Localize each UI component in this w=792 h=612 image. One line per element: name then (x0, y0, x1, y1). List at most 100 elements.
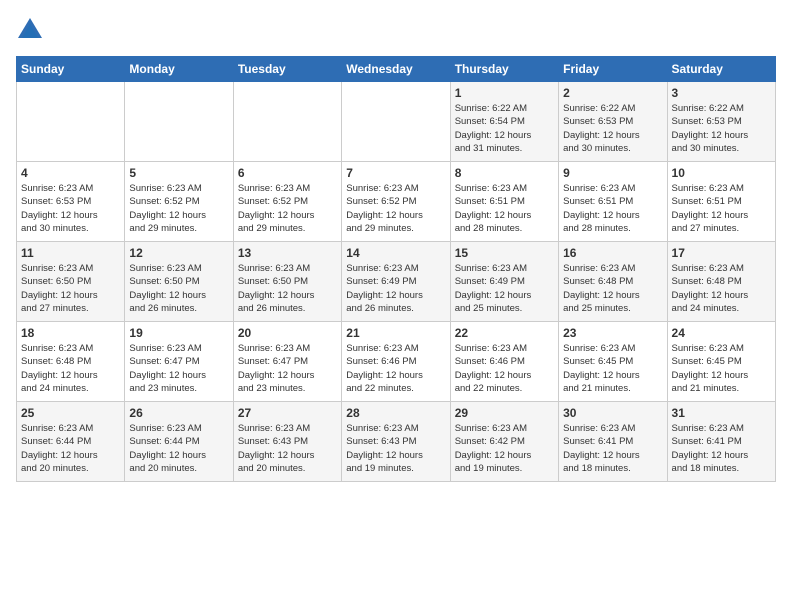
day-info: Sunrise: 6:23 AMSunset: 6:52 PMDaylight:… (346, 182, 445, 235)
day-number: 8 (455, 166, 554, 180)
day-info: Sunrise: 6:22 AMSunset: 6:54 PMDaylight:… (455, 102, 554, 155)
day-number: 11 (21, 246, 120, 260)
day-info: Sunrise: 6:23 AMSunset: 6:48 PMDaylight:… (21, 342, 120, 395)
calendar-cell-w5-d5: 29 Sunrise: 6:23 AMSunset: 6:42 PMDayligh… (450, 402, 558, 482)
day-info: Sunrise: 6:23 AMSunset: 6:44 PMDaylight:… (21, 422, 120, 475)
day-info: Sunrise: 6:23 AMSunset: 6:52 PMDaylight:… (129, 182, 228, 235)
day-info: Sunrise: 6:23 AMSunset: 6:51 PMDaylight:… (672, 182, 771, 235)
day-info: Sunrise: 6:23 AMSunset: 6:47 PMDaylight:… (129, 342, 228, 395)
calendar-cell-w4-d3: 20 Sunrise: 6:23 AMSunset: 6:47 PMDayligh… (233, 322, 341, 402)
calendar-cell-w1-d7: 3Sunrise: 6:22 AMSunset: 6:53 PMDaylight… (667, 82, 775, 162)
calendar-cell-w3-d1: 11 Sunrise: 6:23 AMSunset: 6:50 PMDayligh… (17, 242, 125, 322)
calendar-cell-w5-d3: 27Sunrise: 6:23 AMSunset: 6:43 PMDayligh… (233, 402, 341, 482)
calendar-table: SundayMondayTuesdayWednesdayThursdayFrid… (16, 56, 776, 482)
calendar-cell-w3-d6: 16Sunrise: 6:23 AMSunset: 6:48 PMDayligh… (559, 242, 667, 322)
header-friday: Friday (559, 57, 667, 82)
day-info: Sunrise: 6:23 AMSunset: 6:43 PMDaylight:… (238, 422, 337, 475)
header-saturday: Saturday (667, 57, 775, 82)
calendar-cell-w3-d2: 12 Sunrise: 6:23 AMSunset: 6:50 PMDayligh… (125, 242, 233, 322)
day-number: 24 (672, 326, 771, 340)
day-number: 21 (346, 326, 445, 340)
day-number: 5 (129, 166, 228, 180)
day-number: 16 (563, 246, 662, 260)
day-number: 23 (563, 326, 662, 340)
calendar-cell-w1-d1 (17, 82, 125, 162)
day-number: 14 (346, 246, 445, 260)
day-number: 20 (238, 326, 337, 340)
calendar-cell-w5-d2: 26 Sunrise: 6:23 AMSunset: 6:44 PMDayligh… (125, 402, 233, 482)
day-info: Sunrise: 6:23 AMSunset: 6:53 PMDaylight:… (21, 182, 120, 235)
day-info: Sunrise: 6:22 AMSunset: 6:53 PMDaylight:… (563, 102, 662, 155)
calendar-header: SundayMondayTuesdayWednesdayThursdayFrid… (17, 57, 776, 82)
day-number: 28 (346, 406, 445, 420)
calendar-cell-w4-d2: 19 Sunrise: 6:23 AMSunset: 6:47 PMDayligh… (125, 322, 233, 402)
calendar-cell-w3-d5: 15 Sunrise: 6:23 AMSunset: 6:49 PMDayligh… (450, 242, 558, 322)
day-number: 2 (563, 86, 662, 100)
day-number: 19 (129, 326, 228, 340)
day-info: Sunrise: 6:23 AMSunset: 6:47 PMDaylight:… (238, 342, 337, 395)
day-info: Sunrise: 6:23 AMSunset: 6:49 PMDaylight:… (346, 262, 445, 315)
day-info: Sunrise: 6:23 AMSunset: 6:44 PMDaylight:… (129, 422, 228, 475)
calendar-cell-w2-d5: 8 Sunrise: 6:23 AMSunset: 6:51 PMDaylight… (450, 162, 558, 242)
day-number: 7 (346, 166, 445, 180)
calendar-body: 1 Sunrise: 6:22 AMSunset: 6:54 PMDaylight… (17, 82, 776, 482)
day-number: 4 (21, 166, 120, 180)
calendar-cell-w1-d2 (125, 82, 233, 162)
calendar-cell-w3-d7: 17Sunrise: 6:23 AMSunset: 6:48 PMDayligh… (667, 242, 775, 322)
week-row-2: 4 Sunrise: 6:23 AMSunset: 6:53 PMDaylight… (17, 162, 776, 242)
day-number: 12 (129, 246, 228, 260)
calendar-cell-w2-d7: 10 Sunrise: 6:23 AMSunset: 6:51 PMDayligh… (667, 162, 775, 242)
day-number: 3 (672, 86, 771, 100)
day-info: Sunrise: 6:23 AMSunset: 6:51 PMDaylight:… (563, 182, 662, 235)
calendar-cell-w2-d2: 5 Sunrise: 6:23 AMSunset: 6:52 PMDaylight… (125, 162, 233, 242)
day-number: 10 (672, 166, 771, 180)
calendar-cell-w1-d5: 1 Sunrise: 6:22 AMSunset: 6:54 PMDaylight… (450, 82, 558, 162)
calendar-cell-w4-d4: 21Sunrise: 6:23 AMSunset: 6:46 PMDayligh… (342, 322, 450, 402)
day-number: 22 (455, 326, 554, 340)
day-info: Sunrise: 6:23 AMSunset: 6:42 PMDaylight:… (455, 422, 554, 475)
week-row-4: 18 Sunrise: 6:23 AMSunset: 6:48 PMDayligh… (17, 322, 776, 402)
day-info: Sunrise: 6:23 AMSunset: 6:45 PMDaylight:… (672, 342, 771, 395)
day-info: Sunrise: 6:23 AMSunset: 6:48 PMDaylight:… (672, 262, 771, 315)
day-info: Sunrise: 6:23 AMSunset: 6:49 PMDaylight:… (455, 262, 554, 315)
calendar-cell-w4-d6: 23 Sunrise: 6:23 AMSunset: 6:45 PMDayligh… (559, 322, 667, 402)
day-number: 26 (129, 406, 228, 420)
day-info: Sunrise: 6:23 AMSunset: 6:52 PMDaylight:… (238, 182, 337, 235)
day-number: 30 (563, 406, 662, 420)
day-number: 15 (455, 246, 554, 260)
calendar-cell-w5-d4: 28 Sunrise: 6:23 AMSunset: 6:43 PMDayligh… (342, 402, 450, 482)
day-info: Sunrise: 6:23 AMSunset: 6:46 PMDaylight:… (455, 342, 554, 395)
calendar-cell-w1-d6: 2 Sunrise: 6:22 AMSunset: 6:53 PMDaylight… (559, 82, 667, 162)
calendar-cell-w2-d6: 9 Sunrise: 6:23 AMSunset: 6:51 PMDaylight… (559, 162, 667, 242)
calendar-cell-w4-d7: 24 Sunrise: 6:23 AMSunset: 6:45 PMDayligh… (667, 322, 775, 402)
calendar-cell-w4-d5: 22 Sunrise: 6:23 AMSunset: 6:46 PMDayligh… (450, 322, 558, 402)
header-sunday: Sunday (17, 57, 125, 82)
day-number: 9 (563, 166, 662, 180)
header-thursday: Thursday (450, 57, 558, 82)
day-number: 13 (238, 246, 337, 260)
day-number: 1 (455, 86, 554, 100)
logo (16, 16, 46, 44)
day-info: Sunrise: 6:23 AMSunset: 6:43 PMDaylight:… (346, 422, 445, 475)
calendar-cell-w5-d6: 30Sunrise: 6:23 AMSunset: 6:41 PMDayligh… (559, 402, 667, 482)
calendar-cell-w3-d4: 14 Sunrise: 6:23 AMSunset: 6:49 PMDayligh… (342, 242, 450, 322)
day-info: Sunrise: 6:23 AMSunset: 6:51 PMDaylight:… (455, 182, 554, 235)
day-info: Sunrise: 6:23 AMSunset: 6:50 PMDaylight:… (21, 262, 120, 315)
day-number: 29 (455, 406, 554, 420)
day-number: 31 (672, 406, 771, 420)
day-number: 18 (21, 326, 120, 340)
day-info: Sunrise: 6:23 AMSunset: 6:50 PMDaylight:… (238, 262, 337, 315)
day-info: Sunrise: 6:23 AMSunset: 6:45 PMDaylight:… (563, 342, 662, 395)
day-number: 25 (21, 406, 120, 420)
day-number: 6 (238, 166, 337, 180)
calendar-cell-w2-d1: 4 Sunrise: 6:23 AMSunset: 6:53 PMDaylight… (17, 162, 125, 242)
day-info: Sunrise: 6:23 AMSunset: 6:41 PMDaylight:… (672, 422, 771, 475)
week-row-5: 25 Sunrise: 6:23 AMSunset: 6:44 PMDayligh… (17, 402, 776, 482)
calendar-cell-w2-d4: 7 Sunrise: 6:23 AMSunset: 6:52 PMDaylight… (342, 162, 450, 242)
week-row-3: 11 Sunrise: 6:23 AMSunset: 6:50 PMDayligh… (17, 242, 776, 322)
day-info: Sunrise: 6:23 AMSunset: 6:50 PMDaylight:… (129, 262, 228, 315)
calendar-cell-w5-d1: 25 Sunrise: 6:23 AMSunset: 6:44 PMDayligh… (17, 402, 125, 482)
page-header (16, 16, 776, 44)
generalblue-logo-icon (16, 16, 44, 44)
header-wednesday: Wednesday (342, 57, 450, 82)
